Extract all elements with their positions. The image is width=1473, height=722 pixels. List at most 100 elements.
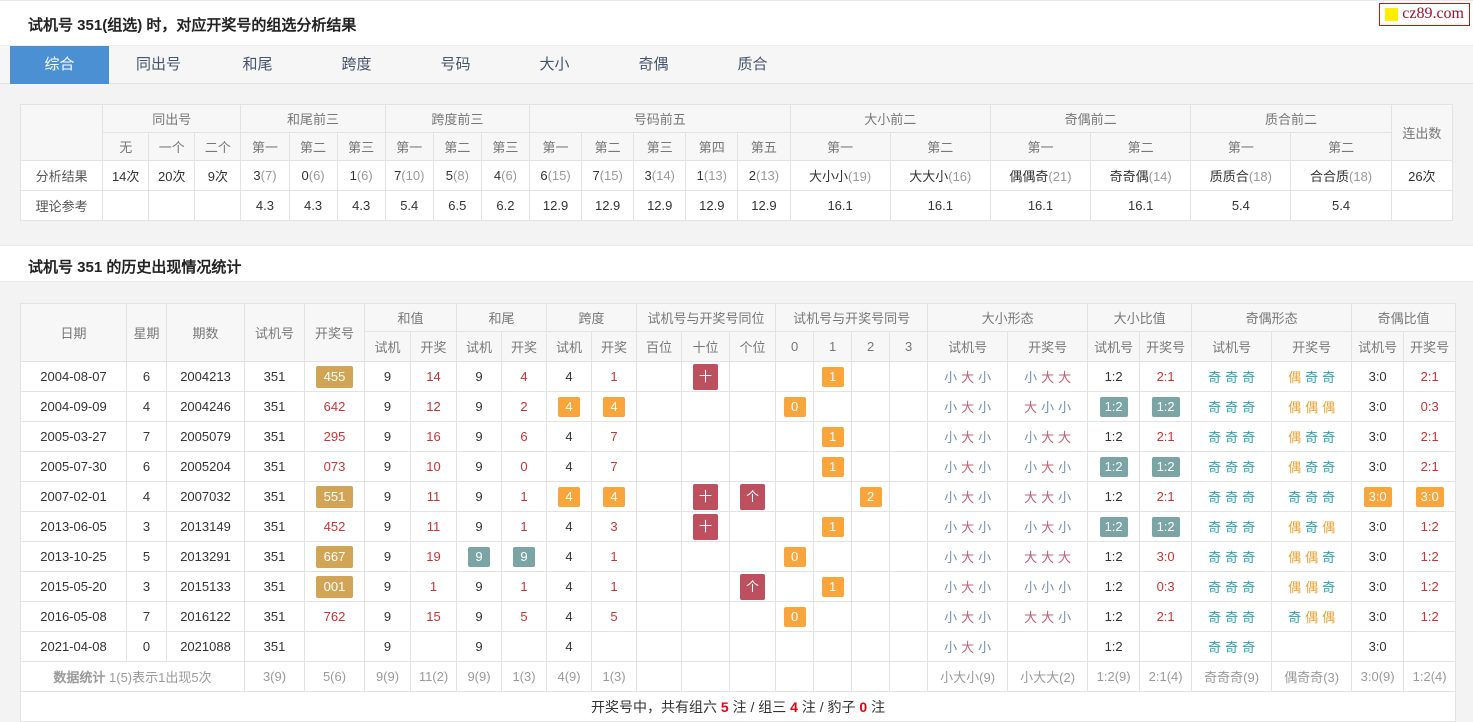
history-cell: 14	[409, 361, 458, 392]
history-cell: 16	[409, 421, 458, 452]
tab-item[interactable]: 大小	[505, 46, 604, 84]
pattern-char: 奇	[1288, 490, 1302, 505]
history-cell: 351	[244, 631, 305, 662]
pattern-char: 奇	[1242, 490, 1256, 505]
tab-item[interactable]: 号码	[406, 46, 505, 84]
analysis-cell: 12.9	[633, 190, 687, 221]
analysis-cell: 16.1	[789, 190, 891, 221]
pattern-cell: 奇奇奇	[1191, 571, 1273, 602]
pattern-char: 奇	[1208, 640, 1222, 655]
column-header: 试机号	[1087, 331, 1141, 362]
history-cell	[636, 601, 683, 632]
history-cell: 1:2	[1087, 571, 1141, 602]
history-cell	[1271, 631, 1353, 662]
history-cell: 十	[681, 361, 731, 392]
pattern-cell: 小大小	[927, 361, 1009, 392]
pattern-cell: 奇奇奇	[1271, 481, 1353, 512]
pattern-cell: 奇奇奇	[1191, 601, 1273, 632]
analysis-cell: 20次	[148, 160, 196, 191]
history-cell: 2021-04-08	[20, 631, 127, 662]
history-cell: 3:0	[1351, 571, 1405, 602]
pattern-char: 偶	[1305, 610, 1319, 625]
history-cell	[851, 601, 891, 632]
column-header: 第三	[480, 132, 530, 161]
tab-item[interactable]: 综合	[10, 46, 109, 84]
analysis-cell	[148, 190, 196, 221]
history-cell	[729, 511, 777, 542]
history-section-bar: 试机号 351 的历史出现情况统计	[0, 245, 1473, 282]
badge-dred: 十	[693, 483, 719, 510]
column-header: 试机号	[244, 303, 305, 362]
pattern-char: 大	[1041, 490, 1055, 505]
history-cell: 6	[126, 361, 167, 392]
tab-item[interactable]: 跨度	[307, 46, 406, 84]
column-header: 和值	[363, 303, 458, 332]
history-cell: 1:2	[1139, 391, 1193, 422]
analysis-cell: 偶偶奇(21)	[989, 160, 1092, 191]
site-logo[interactable]: cz89.com	[1379, 3, 1470, 26]
tab-item[interactable]: 同出号	[109, 46, 208, 84]
pattern-char: 偶	[1288, 550, 1302, 565]
pattern-char: 大	[1058, 370, 1072, 385]
column-header: 第二	[432, 132, 482, 161]
pattern-cell: 小小小	[1007, 571, 1089, 602]
history-cell: 9	[364, 631, 411, 662]
history-cell	[636, 571, 683, 602]
history-cell: 351	[244, 421, 305, 452]
pattern-char: 大	[961, 430, 975, 445]
pattern-char: 大	[961, 640, 975, 655]
history-cell: 3:0	[1351, 451, 1405, 482]
pattern-char: 小	[944, 370, 958, 385]
pattern-char: 奇	[1288, 610, 1302, 625]
pattern-char: 偶	[1305, 400, 1319, 415]
pattern-cell: 小大小	[927, 451, 1009, 482]
history-cell	[851, 631, 891, 662]
pattern-char: 小	[944, 490, 958, 505]
column-header: 试机	[364, 331, 411, 362]
history-cell: 6	[501, 421, 548, 452]
history-cell: 9	[364, 391, 411, 422]
history-cell: 1	[591, 541, 638, 572]
history-cell: 2015-05-20	[20, 571, 127, 602]
pattern-char: 小	[1058, 520, 1072, 535]
pattern-char: 奇	[1208, 460, 1222, 475]
analysis-cell: 5(8)	[432, 160, 482, 191]
analysis-cell: 9次	[194, 160, 242, 191]
tab-item[interactable]: 奇偶	[604, 46, 703, 84]
history-cell: 0	[775, 601, 815, 632]
pattern-char: 奇	[1305, 520, 1319, 535]
badge-org: 0	[783, 546, 806, 567]
history-cell: 12	[409, 391, 458, 422]
history-cell	[729, 361, 777, 392]
column-header: 个位	[729, 331, 777, 362]
analysis-row: 理论参考 4.3 4.3 4.3 5.4 6.5 6.2 12.9 12.9 12.9 12.9 12…	[19, 190, 1454, 221]
stats-cell: 1:2(9)	[1087, 661, 1141, 692]
column-header: 跨度前三	[384, 104, 530, 133]
stats-cell	[636, 661, 683, 692]
pattern-char: 小	[944, 610, 958, 625]
pattern-char: 奇	[1225, 460, 1239, 475]
pattern-char: 小	[1024, 460, 1038, 475]
column-header: 大小比值	[1087, 303, 1193, 332]
tab-item[interactable]: 质合	[703, 46, 802, 84]
history-cell	[889, 451, 929, 482]
history-cell	[681, 391, 731, 422]
history-row: 2007-02-01 4 2007032 351 551 9 11 9 1 4 4 十个 2 小大小大大小…	[20, 481, 1457, 512]
history-cell	[636, 481, 683, 512]
history-cell: 4	[546, 541, 593, 572]
pattern-cell: 奇奇奇	[1191, 451, 1273, 482]
history-cell: 5	[126, 541, 167, 572]
history-cell: 3:0	[1403, 481, 1457, 512]
badge-tan: 551	[315, 485, 354, 508]
stats-cell	[851, 661, 891, 692]
column-header: 奇偶形态	[1191, 303, 1353, 332]
analysis-cell: 12.9	[581, 190, 635, 221]
pattern-char: 小	[978, 430, 992, 445]
row-label: 理论参考	[19, 190, 104, 221]
pattern-char: 奇	[1225, 520, 1239, 535]
column-header: 期数	[166, 303, 245, 362]
history-cell: 3:0	[1351, 511, 1405, 542]
stats-cell: 小大大(2)	[1007, 661, 1089, 692]
tab-item[interactable]: 和尾	[208, 46, 307, 84]
analysis-cell: 6(15)	[528, 160, 583, 191]
